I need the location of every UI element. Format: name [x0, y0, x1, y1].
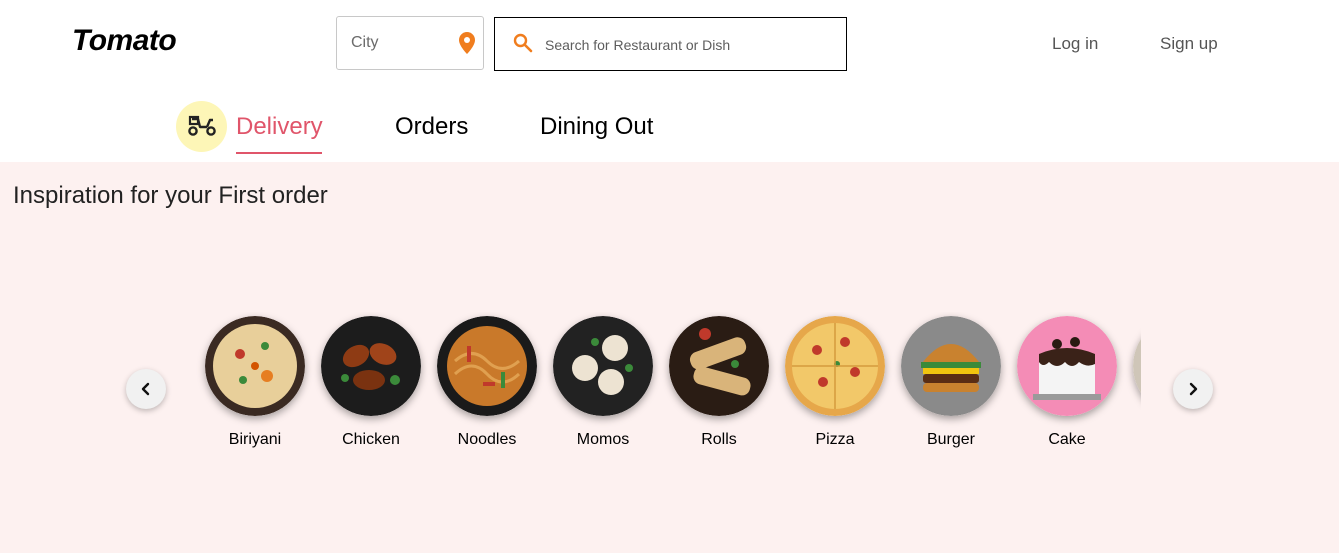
food-item-chicken[interactable]: Chicken — [313, 312, 429, 448]
food-item-burger[interactable]: Burger — [893, 312, 1009, 448]
search-icon — [513, 33, 533, 58]
biriyani-image — [205, 316, 305, 416]
momos-image — [553, 316, 653, 416]
food-item-label: Rolls — [701, 431, 737, 448]
tab-dining-out[interactable]: Dining Out — [540, 113, 653, 141]
city-input[interactable] — [337, 17, 447, 69]
active-tab-indicator — [236, 152, 322, 154]
food-item-label: Momos — [576, 431, 630, 448]
food-item-label: Burger — [926, 431, 976, 448]
noodles-image — [437, 316, 537, 416]
location-pin-icon — [459, 32, 475, 59]
search-input[interactable] — [543, 18, 837, 72]
food-carousel: Biriyani Chicken Noodles Momos Rolls Piz… — [195, 312, 1141, 462]
inspiration-section: Inspiration for your First order Biriyan… — [0, 162, 1339, 553]
tab-orders[interactable]: Orders — [395, 113, 468, 141]
city-selector[interactable] — [336, 16, 484, 70]
scooter-icon — [188, 115, 216, 136]
food-item-label: Cake — [1048, 431, 1086, 448]
carousel-next-button[interactable] — [1173, 369, 1213, 409]
cake-image — [1017, 316, 1117, 416]
food-item-partial[interactable] — [1125, 312, 1141, 416]
food-item-biriyani[interactable]: Biriyani — [197, 312, 313, 448]
food-item-label: Chicken — [342, 431, 400, 448]
food-item-label: Pizza — [815, 431, 855, 448]
section-title: Inspiration for your First order — [13, 182, 328, 209]
food-item-rolls[interactable]: Rolls — [661, 312, 777, 448]
food-item-label: Noodles — [457, 431, 517, 448]
chicken-image — [321, 316, 421, 416]
food-item-momos[interactable]: Momos — [545, 312, 661, 448]
food-item-label: Biriyani — [228, 431, 282, 448]
signup-link[interactable]: Sign up — [1160, 34, 1218, 54]
partial-food-image — [1133, 316, 1141, 416]
pizza-image — [785, 316, 885, 416]
food-item-pizza[interactable]: Pizza — [777, 312, 893, 448]
chevron-left-icon — [141, 382, 150, 396]
food-item-noodles[interactable]: Noodles — [429, 312, 545, 448]
food-item-cake[interactable]: Cake — [1009, 312, 1125, 448]
carousel-prev-button[interactable] — [126, 369, 166, 409]
rolls-image — [669, 316, 769, 416]
login-link[interactable]: Log in — [1052, 34, 1098, 54]
delivery-tab-icon[interactable] — [176, 101, 227, 152]
logo[interactable]: Tomato — [72, 24, 177, 58]
tab-delivery[interactable]: Delivery — [236, 113, 323, 141]
search-box[interactable] — [494, 17, 847, 72]
chevron-right-icon — [1189, 382, 1198, 396]
burger-image — [901, 316, 1001, 416]
